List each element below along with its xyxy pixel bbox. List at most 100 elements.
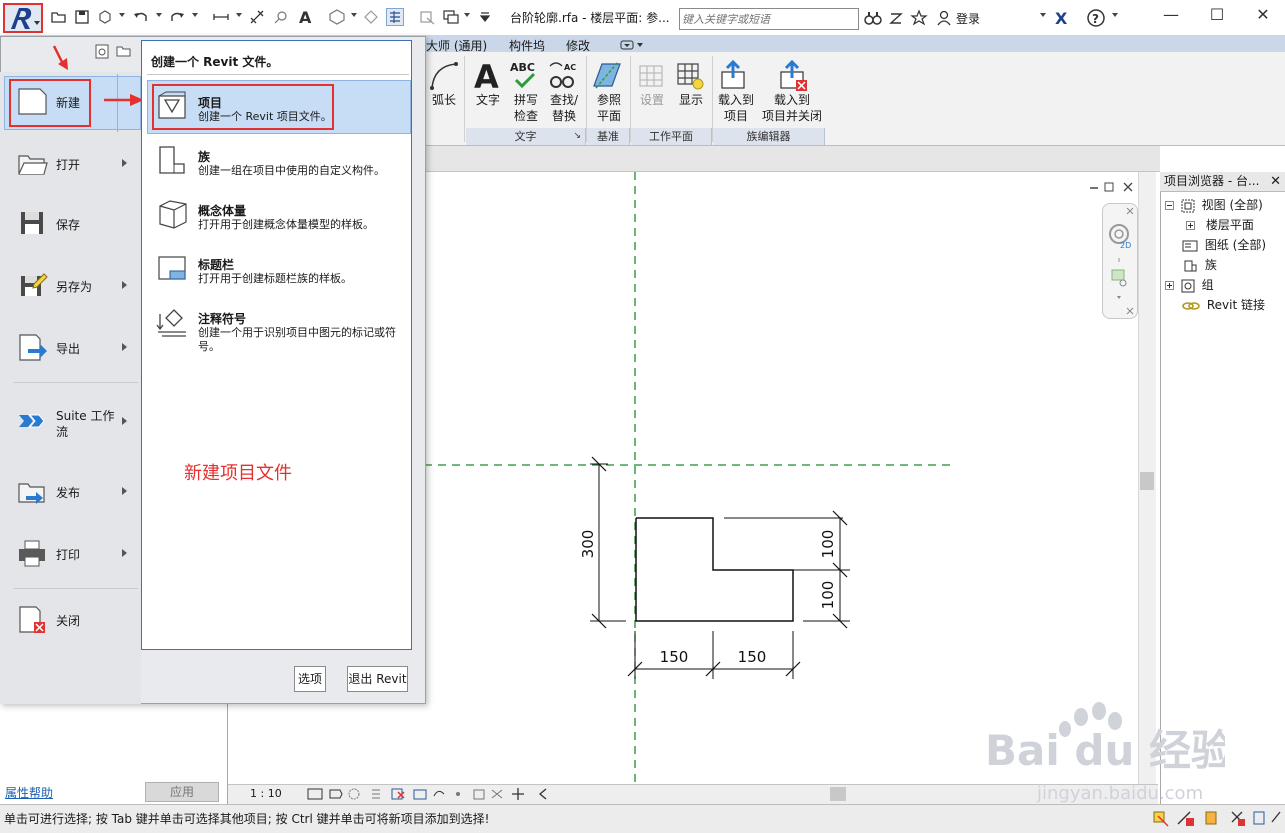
exchange-apps-icon[interactable]: X [1054,9,1074,27]
panel-launcher-icon[interactable]: ↘ [573,128,581,145]
expand-icon[interactable] [1186,221,1195,230]
arc-length-label: 弧长 [431,93,456,107]
menu-item-save-as[interactable]: 另存为 [14,262,138,312]
submenu-item-title-block[interactable]: 标题栏 打开用于创建标题栏族的样板。 [150,244,410,296]
submenu-item-conceptual-mass[interactable]: 概念体量 打开用于创建概念体量模型的样板。 [150,190,410,242]
tree-item-sheets[interactable]: 图纸 (全部) [1182,236,1266,253]
conceptual-mass-icon [156,198,188,230]
application-menu-button[interactable] [3,3,43,33]
help-search-input[interactable] [682,10,858,28]
text-button[interactable]: A 文字 [470,58,506,108]
3d-view-icon[interactable] [328,8,346,26]
tree-item-views[interactable]: 视图 (全部) [1165,196,1263,213]
exit-revit-button[interactable]: 退出 Revit [347,666,408,692]
submenu-arrow-icon [122,159,127,167]
open-icon[interactable] [50,8,68,26]
undo-icon[interactable] [132,8,150,26]
subscription-icon[interactable] [888,10,904,26]
menu-item-open[interactable]: 打开 [14,140,138,190]
set-label: 设置 [639,93,664,107]
sync-icon[interactable] [96,8,114,26]
tree-item-families[interactable]: 族 [1182,256,1217,273]
load-into-project-button[interactable]: 载入到 项目 [716,58,756,124]
horizontal-scrollbar-thumb[interactable] [830,787,846,801]
expand-icon[interactable] [1165,281,1174,290]
menu-item-export[interactable]: 导出 [14,324,138,374]
dimension-100-upper[interactable]: 100 [819,530,837,559]
view-control-icons[interactable] [306,786,551,802]
status-bar-icons[interactable] [1150,808,1282,828]
tree-item-floor-plans[interactable]: 楼层平面 [1186,216,1254,233]
set-work-plane-button[interactable]: 设置 [634,58,670,108]
reference-plane-label: 参照 平面 [596,93,621,123]
menu-item-print[interactable]: 打印 [14,530,138,580]
open-documents-icon[interactable] [115,42,133,60]
navigation-bar: 2D [1102,203,1138,319]
grid-plane-icon [639,65,663,87]
menu-item-publish[interactable]: 发布 [14,468,138,518]
close-hidden-icon[interactable] [418,8,436,26]
redo-icon[interactable] [168,8,186,26]
dimension-100-lower[interactable]: 100 [819,581,837,610]
maximize-button[interactable]: ☐ [1202,4,1232,28]
family-template-icon [156,144,188,176]
vertical-scrollbar-thumb[interactable] [1140,472,1154,490]
section-icon[interactable] [362,8,380,26]
annotation-text: 新建项目文件 [184,463,292,484]
measure-icon[interactable] [212,8,230,26]
title-block-icon [156,252,188,284]
menu-item-save[interactable]: 保存 [14,200,138,250]
publish-icon [16,476,48,506]
save-icon[interactable] [73,8,91,26]
baidu-watermark: Bai du 经验 jingyan.baidu.com [985,695,1225,805]
status-message: 单击可进行选择; 按 Tab 键并单击可选择其他项目; 按 Ctrl 键并单击可… [4,812,490,826]
help-search-box[interactable] [679,8,859,30]
submenu-item-project-content[interactable]: 项目 创建一个 Revit 项目文件。 [150,82,410,134]
close-window-button[interactable]: ✕ [1248,4,1278,28]
tree-item-revit-links[interactable]: Revit 链接 [1182,296,1265,313]
thin-lines-icon[interactable] [386,8,404,26]
tree-item-groups[interactable]: 组 [1165,276,1214,293]
help-icon[interactable]: ? [1086,8,1108,28]
load-and-close-button[interactable]: 载入到 项目并关闭 [760,58,824,124]
tag-icon[interactable] [272,8,290,26]
spell-check-icon: ABC [510,61,536,89]
navbar-icons: 2D [1109,207,1134,315]
menu-item-close[interactable]: 关闭 [14,596,138,646]
find-replace-button[interactable]: AC 查找/ 替换 [546,58,582,124]
project-template-icon [156,90,188,122]
collapse-icon[interactable] [1165,201,1174,210]
ribbon-minimize-icon[interactable] [620,39,644,51]
arc-length-button[interactable]: 弧长 [426,58,462,108]
options-button[interactable]: 选项 [294,666,326,692]
view-scale[interactable]: 1 : 10 [250,787,282,800]
minimize-button[interactable]: — [1156,4,1186,28]
text-icon[interactable]: A [296,8,314,26]
properties-help-link[interactable]: 属性帮助 [5,784,53,801]
dimension-150-right[interactable]: 150 [738,648,767,666]
apply-button[interactable]: 应用 [145,782,219,802]
reference-plane-button[interactable]: 参照 平面 [590,58,628,124]
panel-family-editor-title: 族编辑器 [713,128,825,145]
binoculars-icon[interactable] [864,10,882,26]
project-browser-header: 项目浏览器 - 台... ✕ [1160,172,1285,192]
revit-logo-icon [11,8,40,29]
submenu-item-family[interactable]: 族 创建一组在项目中使用的自定义构件。 [150,136,410,188]
switch-windows-icon[interactable] [442,8,460,26]
close-panel-icon[interactable]: ✕ [1270,172,1281,191]
dimension-300[interactable]: 300 [579,530,597,559]
customize-qat-icon[interactable] [476,8,494,26]
arc-length-icon [430,62,458,90]
favorites-star-icon[interactable] [910,9,928,27]
spell-check-button[interactable]: ABC 拼写 检查 [508,58,544,124]
menu-item-suite-workflow[interactable]: Suite 工作 流 [14,398,138,448]
login-link[interactable]: 登录 [956,10,980,27]
submenu-header: 创建一个 Revit 文件。 [151,55,279,69]
annotation-symbol-icon [156,306,188,342]
dimension-150-left[interactable]: 150 [660,648,689,666]
user-icon[interactable] [936,10,952,26]
submenu-item-annotation-symbol[interactable]: 注释符号 创建一个用于识别项目中图元的标记或符号。 [150,298,410,353]
recent-documents-icon[interactable] [93,42,111,60]
aligned-dimension-icon[interactable] [248,8,266,26]
show-work-plane-button[interactable]: 显示 [672,58,710,108]
